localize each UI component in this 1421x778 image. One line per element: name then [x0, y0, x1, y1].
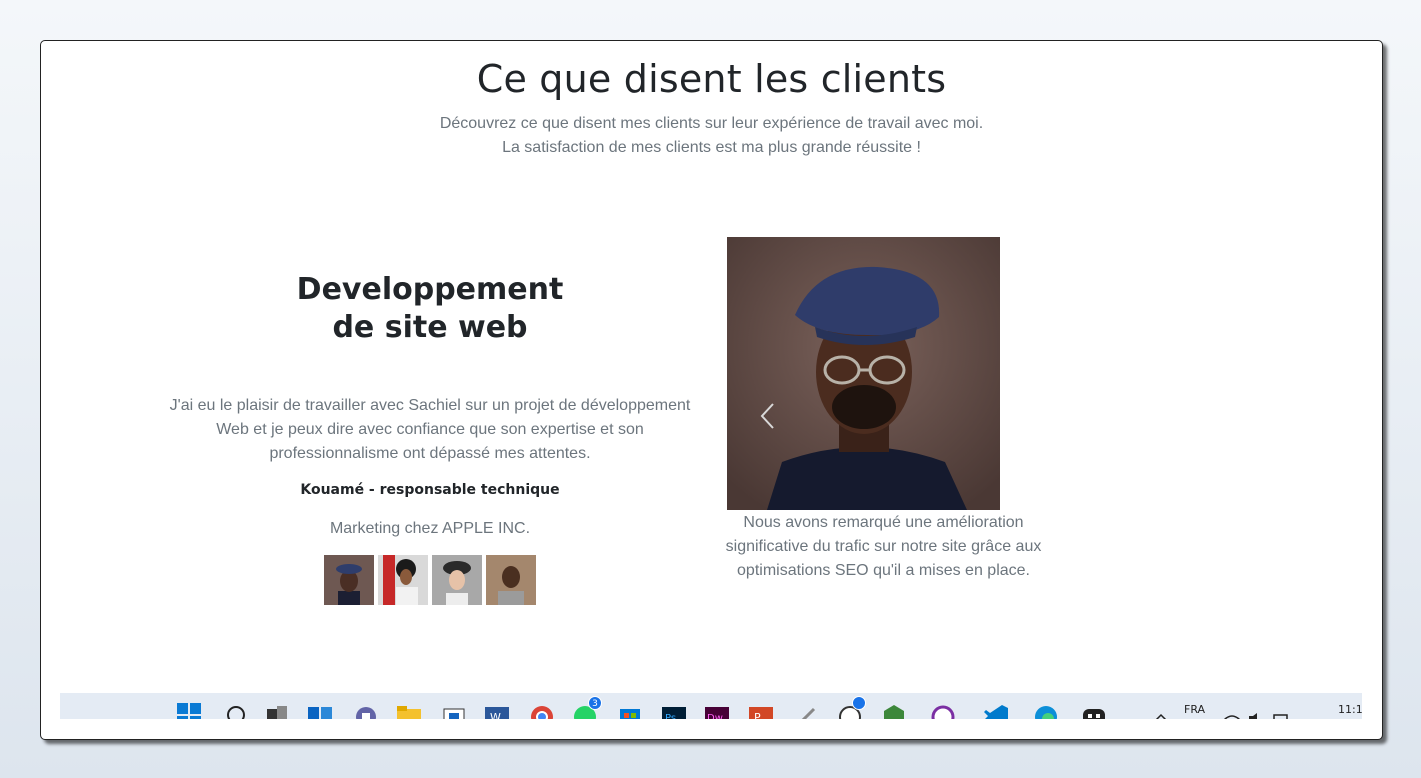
client-thumbnails: [166, 555, 694, 605]
dreamweaver-icon[interactable]: Dw: [705, 703, 729, 719]
task-view-icon[interactable]: [265, 703, 289, 719]
subtitle-line-2: La satisfaction de mes clients est ma pl…: [502, 139, 921, 156]
testimonial-quote: J'ai eu le plaisir de travailler avec Sa…: [169, 397, 691, 462]
testimonial-text: Developpement de site web J'ai eu le pla…: [166, 271, 694, 605]
subtitle-line-1: Découvrez ce que disent mes clients sur …: [439, 115, 984, 132]
heading-line-2: de site web: [332, 310, 528, 345]
heading-line-1: Developpement: [296, 272, 564, 307]
client-thumbnail-2[interactable]: [378, 555, 428, 605]
widgets-icon[interactable]: [308, 703, 332, 719]
obs-icon[interactable]: [931, 703, 955, 719]
windows-taskbar: W 3 Ps Dw P FRA 11:: [60, 693, 1362, 719]
section-subtitle: Découvrez ce que disent mes clients sur …: [41, 112, 1382, 160]
chrome-icon[interactable]: [530, 703, 554, 719]
testimonial-heading: Developpement de site web: [280, 271, 580, 347]
nodejs-icon[interactable]: [882, 703, 906, 719]
carousel-prev-button[interactable]: [758, 401, 778, 431]
svg-text:W: W: [490, 711, 501, 719]
battery-icon[interactable]: [1272, 709, 1296, 719]
testimonial-photo: [727, 237, 1000, 510]
edge-icon[interactable]: [1034, 703, 1058, 719]
svg-text:P: P: [754, 711, 761, 719]
testimonial-author: Kouamé - responsable technique: [300, 482, 560, 498]
clock-time[interactable]: 11:19: [1338, 703, 1362, 716]
svg-text:Ps: Ps: [665, 713, 676, 719]
wifi-icon[interactable]: [1223, 709, 1247, 719]
notification-badge: 3: [588, 696, 602, 710]
browser-viewport: Ce que disent les clients Découvrez ce q…: [40, 40, 1383, 740]
section-title: Ce que disent les clients: [476, 57, 947, 101]
store-icon[interactable]: [442, 703, 466, 719]
carousel-caption: Nous avons remarqué une amélioration sig…: [725, 514, 1042, 579]
vscode-icon[interactable]: [984, 703, 1008, 719]
bell-badge-icon: [852, 696, 866, 710]
testimonial-role: Marketing chez APPLE INC.: [329, 520, 531, 537]
teams-icon[interactable]: [354, 703, 378, 719]
ms-store-icon[interactable]: [618, 703, 642, 719]
client-thumbnail-4[interactable]: [486, 555, 536, 605]
language-indicator[interactable]: FRA: [1184, 703, 1205, 716]
powerpoint-icon[interactable]: P: [749, 703, 773, 719]
windows-start-icon[interactable]: [177, 703, 201, 719]
svg-text:Dw: Dw: [707, 713, 723, 719]
photoshop-icon[interactable]: Ps: [662, 703, 686, 719]
search-icon[interactable]: [226, 703, 250, 719]
word-icon[interactable]: W: [485, 703, 509, 719]
pen-icon[interactable]: [794, 703, 818, 719]
client-thumbnail-3[interactable]: [432, 555, 482, 605]
client-thumbnail-1[interactable]: [324, 555, 374, 605]
volume-icon[interactable]: [1247, 709, 1271, 719]
chevron-up-icon[interactable]: [1154, 707, 1178, 719]
copilot-icon[interactable]: [1082, 703, 1106, 719]
file-explorer-icon[interactable]: [397, 703, 421, 719]
chevron-left-icon: [760, 403, 774, 429]
